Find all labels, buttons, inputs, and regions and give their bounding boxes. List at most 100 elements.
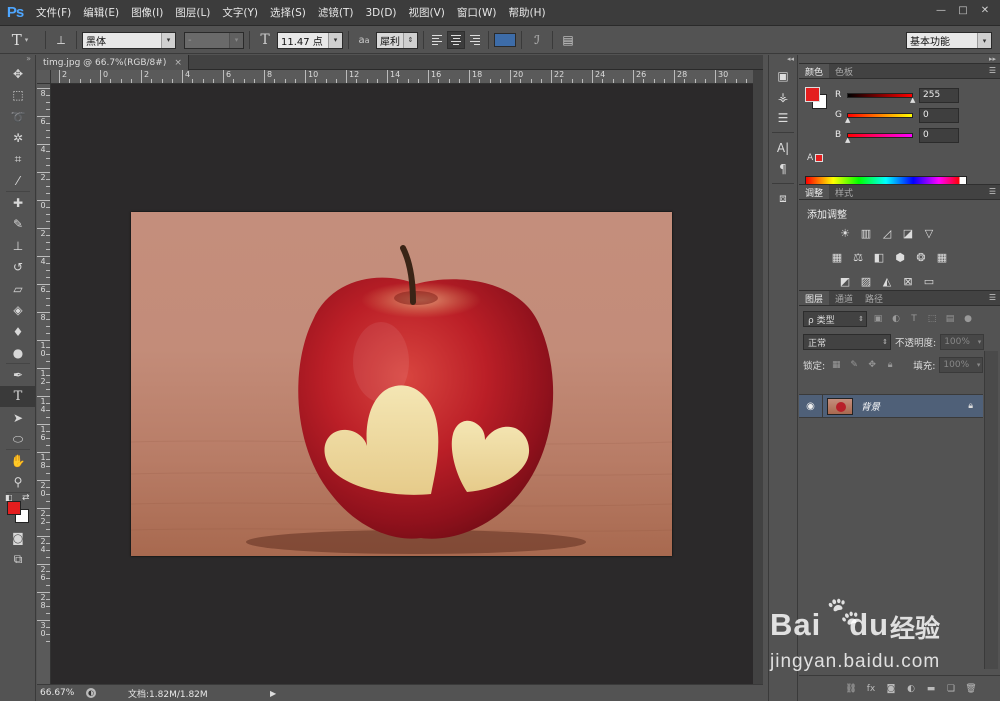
align-center-button[interactable] <box>447 31 465 49</box>
marquee-tool-icon[interactable]: ⬚ <box>0 85 36 107</box>
clone-stamp-tool-icon[interactable]: ⊥ <box>0 235 36 257</box>
tab-color[interactable]: 颜色 <box>799 64 830 78</box>
maximize-button[interactable]: □ <box>954 3 972 17</box>
layers-scrollbar[interactable] <box>984 351 998 669</box>
menu-type[interactable]: 文字(Y) <box>216 5 264 20</box>
hand-tool-icon[interactable]: ✋ <box>0 450 36 472</box>
paragraph-panel-icon[interactable]: ¶ <box>769 158 797 179</box>
fill-input[interactable]: 100% ▾ <box>939 357 984 373</box>
text-color-swatch[interactable] <box>494 33 516 47</box>
lock-transparency-icon[interactable]: ▦ <box>829 358 843 372</box>
levels-icon[interactable]: ▥ <box>858 226 874 240</box>
tab-layers[interactable]: 图层 <box>799 291 830 305</box>
panel-menu-icon[interactable]: ☰ <box>989 293 996 302</box>
eraser-tool-icon[interactable]: ▱ <box>0 278 36 300</box>
panel-menu-icon[interactable]: ☰ <box>989 66 996 75</box>
menu-3d[interactable]: 3D(D) <box>359 7 402 19</box>
invert-icon[interactable]: ◩ <box>837 274 853 288</box>
lock-all-icon[interactable]: 🔒︎ <box>883 358 897 372</box>
curves-icon[interactable]: ◿ <box>879 226 895 240</box>
layer-row[interactable]: ◉ 背景 🔒︎ <box>799 394 983 418</box>
screen-mode-icon[interactable]: ⧉ <box>0 549 36 571</box>
quick-mask-icon[interactable]: ◙ <box>0 527 36 549</box>
swap-colors-icon[interactable]: ⇄ <box>22 493 30 503</box>
filter-type-icon[interactable]: T <box>907 312 921 326</box>
font-family-select[interactable]: 黑体 ▾ <box>82 31 176 49</box>
gradient-map-icon[interactable]: ▭ <box>921 274 937 288</box>
menu-edit[interactable]: 编辑(E) <box>77 5 125 20</box>
ruler-origin[interactable] <box>37 70 51 84</box>
slider-knob-icon[interactable]: ▲ <box>845 116 850 124</box>
collapse-icon[interactable]: ◂◂ <box>769 55 797 65</box>
brush-tool-icon[interactable]: ✎ <box>0 214 36 236</box>
gamut-warning[interactable]: A <box>807 153 824 163</box>
layer-name[interactable]: 背景 <box>861 399 880 413</box>
tool-preset-picker[interactable]: T ▾ <box>0 28 40 52</box>
lock-position-icon[interactable]: ✥ <box>865 358 879 372</box>
menu-help[interactable]: 帮助(H) <box>503 5 552 20</box>
healing-brush-tool-icon[interactable]: ✚ <box>0 192 36 214</box>
layer-filter-select[interactable]: ρ 类型 ⇕ <box>803 311 867 327</box>
magic-wand-tool-icon[interactable]: ✲ <box>0 128 36 150</box>
collapse-icon[interactable]: » <box>0 55 35 63</box>
canvas-area[interactable] <box>51 84 753 684</box>
filter-smart-object-icon[interactable]: ▤ <box>943 312 957 326</box>
align-left-button[interactable] <box>429 31 447 49</box>
tab-swatches[interactable]: 色板 <box>829 64 859 78</box>
font-style-select[interactable]: - ▾ <box>184 31 244 49</box>
exposure-icon[interactable]: ◪ <box>900 226 916 240</box>
hue-saturation-icon[interactable]: ▦ <box>829 250 845 264</box>
brightness-icon[interactable]: ☀ <box>837 226 853 240</box>
menu-select[interactable]: 选择(S) <box>264 5 312 20</box>
paint-bucket-tool-icon[interactable]: ◈ <box>0 300 36 322</box>
path-selection-tool-icon[interactable]: ➤ <box>0 407 36 429</box>
align-right-button[interactable] <box>465 31 483 49</box>
filter-pixel-icon[interactable]: ▣ <box>871 312 885 326</box>
clone-source-icon[interactable]: ⧈ <box>769 188 797 209</box>
history-brush-tool-icon[interactable]: ↺ <box>0 257 36 279</box>
history-panel-icon[interactable]: ▣ <box>769 65 797 86</box>
zoom-level[interactable]: 66.67% <box>40 688 74 698</box>
color-panel-foreground-swatch[interactable] <box>805 87 820 102</box>
tool-presets-icon[interactable]: ☰ <box>769 107 797 128</box>
slider-knob-icon[interactable]: ▲ <box>910 96 915 104</box>
menu-window[interactable]: 窗口(W) <box>451 5 503 20</box>
red-slider[interactable]: ▲ <box>847 92 915 104</box>
ellipse-tool-icon[interactable]: ⬭ <box>0 429 36 451</box>
menu-view[interactable]: 视图(V) <box>403 5 451 20</box>
opacity-input[interactable]: 100% ▾ <box>940 334 985 350</box>
tab-paths[interactable]: 路径 <box>859 291 889 305</box>
filter-adjustment-icon[interactable]: ◐ <box>889 312 903 326</box>
tab-channels[interactable]: 通道 <box>829 291 859 305</box>
layer-thumbnail[interactable] <box>827 397 853 415</box>
threshold-icon[interactable]: ◭ <box>879 274 895 288</box>
posterize-icon[interactable]: ▨ <box>858 274 874 288</box>
zoom-tool-icon[interactable]: ⚲ <box>0 472 36 494</box>
crop-tool-icon[interactable]: ⌗ <box>0 149 36 171</box>
black-white-icon[interactable]: ◧ <box>871 250 887 264</box>
menu-filter[interactable]: 滤镜(T) <box>312 5 360 20</box>
filter-shape-icon[interactable]: ⬚ <box>925 312 939 326</box>
document-tab[interactable]: timg.jpg @ 66.7%(RGB/8#) × <box>37 55 189 70</box>
vertical-scrollbar[interactable] <box>753 70 763 684</box>
filter-toggle-icon[interactable]: ● <box>961 312 975 326</box>
eye-icon[interactable]: ◉ <box>799 394 823 418</box>
collapse-icon[interactable]: ▸▸ <box>799 55 1000 63</box>
gamut-swatch[interactable] <box>815 154 824 162</box>
menu-file[interactable]: 文件(F) <box>30 5 77 20</box>
warp-text-icon[interactable]: ℐ <box>527 30 547 50</box>
color-balance-icon[interactable]: ⚖ <box>850 250 866 264</box>
document-image[interactable] <box>131 212 672 556</box>
move-tool-icon[interactable]: ✥ <box>0 63 36 85</box>
green-value-input[interactable]: 0 <box>919 107 959 123</box>
selective-color-icon[interactable]: ⊠ <box>900 274 916 288</box>
blue-slider[interactable]: ▲ <box>845 132 913 144</box>
color-lookup-icon[interactable]: ▦ <box>934 250 950 264</box>
character-panel-icon[interactable]: ▤ <box>558 30 578 50</box>
close-icon[interactable]: × <box>174 58 182 68</box>
vertical-ruler[interactable]: 8642024681012141618202224262830 <box>37 84 51 685</box>
type-tool-icon[interactable]: T <box>0 385 36 407</box>
foreground-color-swatch[interactable] <box>7 501 21 515</box>
close-button[interactable]: ✕ <box>976 3 994 17</box>
character-panel-icon[interactable]: A| <box>769 137 797 158</box>
